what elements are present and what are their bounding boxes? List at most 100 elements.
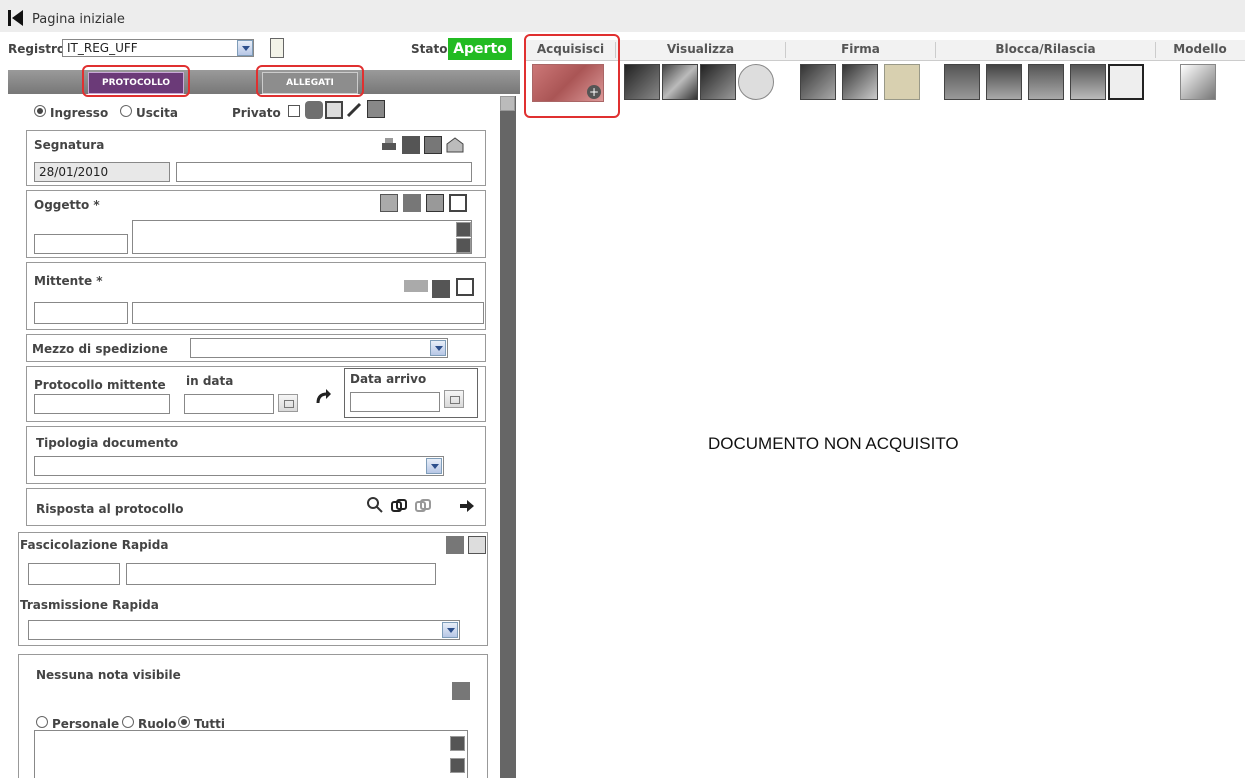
oggetto-label: Oggetto * [34, 198, 100, 212]
home-link[interactable]: Pagina iniziale [32, 12, 125, 27]
receipt-icon[interactable] [424, 136, 442, 154]
radio-personale[interactable] [36, 716, 48, 728]
highlight-protocollo [82, 65, 190, 97]
mittente-label: Mittente * [34, 274, 103, 288]
radio-tutti[interactable] [178, 716, 190, 728]
personale-label: Personale [52, 717, 120, 731]
registro-value: IT_REG_UFF [67, 41, 138, 55]
link-icon[interactable] [390, 497, 408, 515]
unlock-button[interactable] [986, 64, 1022, 100]
stato-badge: Aperto [448, 38, 512, 60]
mezzo-label: Mezzo di spedizione [32, 342, 168, 356]
data-arrivo-label: Data arrivo [350, 372, 427, 386]
trasmissione-label: Trasmissione Rapida [20, 598, 159, 612]
ingresso-label: Ingresso [50, 106, 109, 120]
data-arrivo-field[interactable] [350, 392, 440, 412]
note-textarea[interactable] [34, 730, 468, 778]
arrow-right-icon[interactable] [458, 497, 476, 515]
scroll-list-icon[interactable] [449, 194, 467, 212]
calendar-icon[interactable] [278, 394, 298, 412]
privato-label: Privato [232, 106, 281, 120]
segnatura-label: Segnatura [34, 138, 105, 152]
chevron-down-icon[interactable] [237, 40, 253, 56]
fascicolo-code-field[interactable] [28, 563, 120, 585]
blocca-header: Blocca/Rilascia [936, 42, 1156, 58]
print-label-icon[interactable] [402, 136, 420, 154]
template-icon[interactable] [325, 101, 343, 119]
oggetto-scroll-up[interactable] [456, 222, 471, 237]
in-data-field[interactable] [184, 394, 274, 414]
cancel-lock-button[interactable] [1070, 64, 1106, 100]
form-scrollbar[interactable] [500, 96, 516, 778]
calendar-icon[interactable] [444, 390, 464, 408]
radio-uscita[interactable] [120, 105, 132, 117]
visualizza-header: Visualizza [616, 42, 786, 58]
view-binary-button[interactable] [700, 64, 736, 100]
sign-multiple-button[interactable] [842, 64, 878, 100]
highlight-allegati [256, 65, 364, 97]
mittente-name-field[interactable] [132, 302, 484, 324]
risposta-label: Risposta al protocollo [36, 502, 184, 516]
confirm-button[interactable] [1108, 64, 1144, 100]
highlight-acquisisci [524, 34, 620, 118]
chevron-down-icon[interactable] [430, 340, 446, 356]
note-scroll-up[interactable] [450, 736, 465, 751]
search-icon[interactable] [366, 496, 384, 514]
oggetto-textarea[interactable] [132, 220, 472, 254]
chevron-down-icon[interactable] [426, 458, 442, 474]
ruolo-label: Ruolo [138, 717, 177, 731]
chevron-down-icon[interactable] [442, 622, 458, 638]
note-scroll-down[interactable] [450, 758, 465, 773]
registro-label: Registro [8, 42, 66, 56]
fascicolazione-label: Fascicolazione Rapida [20, 538, 169, 552]
oggetto-scroll-down[interactable] [456, 238, 471, 253]
print-icon[interactable] [380, 136, 398, 154]
note-label: Nessuna nota visibile [36, 668, 181, 682]
address-book-icon[interactable] [404, 280, 428, 292]
pencil-icon[interactable] [345, 101, 363, 119]
protocollo-mittente-label: Protocollo mittente [34, 378, 166, 392]
tree-icon[interactable] [446, 536, 464, 554]
model-button[interactable] [1180, 64, 1216, 100]
oggetto-code-field[interactable] [34, 234, 128, 254]
mittente-code-field[interactable] [34, 302, 128, 324]
trasmissione-select[interactable] [28, 620, 460, 640]
viewer-message: DOCUMENTO NON ACQUISITO [708, 434, 959, 453]
search-contact-icon[interactable] [432, 280, 450, 298]
arrow-curve-icon[interactable] [314, 388, 332, 406]
fascicolo-name-field[interactable] [126, 563, 436, 585]
view-signed-button[interactable] [662, 64, 698, 100]
notes-icon[interactable] [403, 194, 421, 212]
tipologia-select[interactable] [34, 456, 444, 476]
privato-checkbox[interactable] [288, 105, 300, 117]
segnatura-number-field [176, 162, 472, 182]
radio-ingresso[interactable] [34, 105, 46, 117]
view-document-button[interactable] [624, 64, 660, 100]
scroll-up-arrow[interactable] [500, 96, 515, 111]
spellcheck-icon[interactable] [380, 194, 398, 212]
mail-icon[interactable] [446, 136, 464, 154]
add-note-icon[interactable] [452, 682, 470, 700]
mittente-list-icon[interactable] [456, 278, 474, 296]
mezzo-select[interactable] [190, 338, 448, 358]
registro-select[interactable]: IT_REG_UFF [62, 39, 254, 57]
radio-ruolo[interactable] [122, 716, 134, 728]
top-bar [0, 0, 1245, 32]
search-folder-icon[interactable] [468, 536, 486, 554]
segnatura-date: 28/01/2010 [39, 165, 109, 179]
back-home-icon[interactable] [8, 10, 24, 26]
release-button[interactable] [1028, 64, 1064, 100]
sign-button[interactable] [800, 64, 836, 100]
tipologia-label: Tipologia documento [36, 436, 179, 450]
refresh-view-button[interactable] [738, 64, 774, 100]
tutti-label: Tutti [194, 717, 225, 731]
lock-button[interactable] [944, 64, 980, 100]
stato-label: Stato [411, 42, 448, 56]
protocollo-mittente-field[interactable] [34, 394, 170, 414]
document-icon[interactable] [270, 38, 284, 58]
abc-list-icon[interactable] [426, 194, 444, 212]
users-icon[interactable] [305, 101, 323, 119]
stamp-icon[interactable] [367, 100, 385, 118]
unlink-icon[interactable] [414, 497, 432, 515]
smartcard-button[interactable] [884, 64, 920, 100]
